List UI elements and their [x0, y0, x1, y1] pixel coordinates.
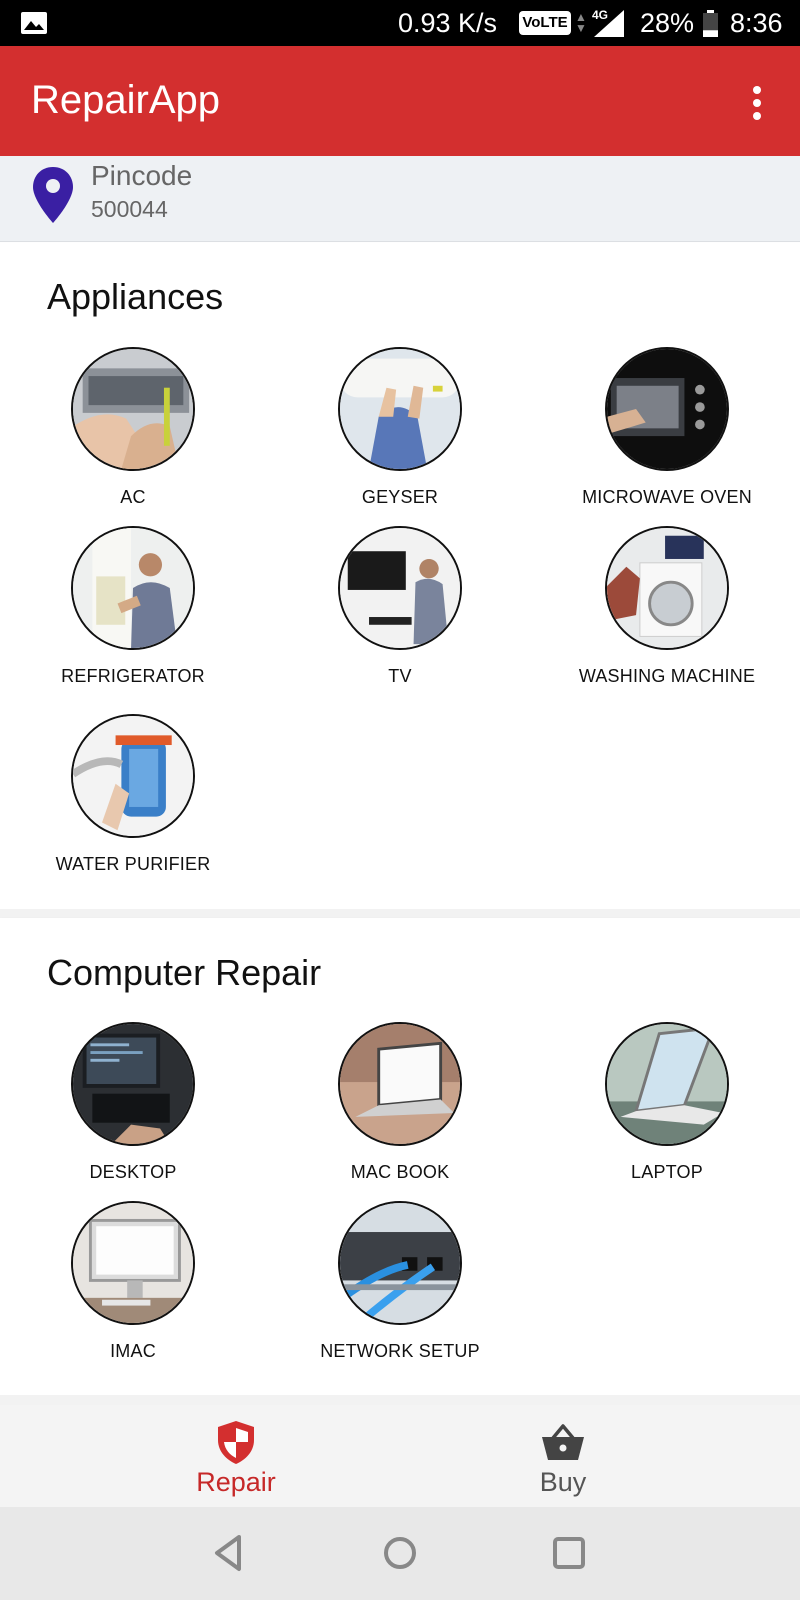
service-mac-book[interactable]: MAC BOOK — [267, 1022, 533, 1202]
app-bar: RepairApp — [0, 46, 800, 156]
water-purifier-image — [71, 714, 195, 838]
service-microwave-oven[interactable]: MICROWAVE OVEN — [534, 347, 800, 527]
service-label: LAPTOP — [631, 1162, 703, 1182]
data-activity-icon: ▲ ▼ — [575, 10, 587, 35]
service-label: TV — [388, 666, 412, 686]
refrigerator-image — [71, 526, 195, 650]
service-label: IMAC — [110, 1341, 156, 1361]
section-divider — [0, 909, 800, 918]
status-bar: 0.93 K/s VoLTE ▲ ▼ 4G 28% 8:36 — [0, 0, 800, 46]
service-label: NETWORK SETUP — [320, 1341, 480, 1361]
service-label: GEYSER — [361, 487, 439, 507]
nav-buy[interactable]: Buy — [463, 1405, 663, 1507]
nav-repair[interactable]: Repair — [136, 1405, 336, 1507]
microwave-oven-image — [605, 347, 729, 471]
service-network-setup[interactable]: NETWORK SETUP — [267, 1201, 533, 1381]
mac-book-image — [338, 1022, 462, 1146]
service-label: WASHING MACHINE — [578, 666, 756, 686]
service-imac[interactable]: IMAC — [0, 1201, 266, 1381]
app-title: RepairApp — [31, 78, 221, 122]
ac-image — [71, 347, 195, 471]
clock: 8:36 — [730, 8, 783, 38]
tv-image — [338, 526, 462, 650]
nav-repair-label: Repair — [196, 1467, 276, 1497]
service-geyser[interactable]: GEYSER — [267, 347, 533, 527]
service-water-purifier[interactable]: WATER PURIFIER — [0, 714, 266, 894]
battery-percent: 28% — [640, 8, 695, 38]
volte-badge: VoLTE — [519, 11, 571, 35]
computer-repair-section: Computer Repair DESKTOP MAC BOOK LAPTOP … — [0, 918, 800, 1395]
more-vert-icon[interactable] — [740, 83, 774, 123]
gallery-icon — [21, 12, 47, 34]
back-icon[interactable] — [203, 1527, 255, 1579]
basket-icon — [542, 1424, 584, 1460]
service-tv[interactable]: TV — [267, 526, 533, 706]
service-label: MICROWAVE OVEN — [582, 487, 752, 507]
service-refrigerator[interactable]: REFRIGERATOR — [0, 526, 266, 706]
network-type-label: 4G — [592, 8, 608, 22]
recents-icon[interactable] — [543, 1527, 595, 1579]
section-title-appliances: Appliances — [47, 276, 224, 317]
section-title-computer-repair: Computer Repair — [47, 952, 322, 993]
service-label: AC — [120, 487, 146, 507]
appliances-section: Appliances AC GEYSER MICROWAVE OVEN REFR… — [0, 243, 800, 909]
desktop-image — [71, 1022, 195, 1146]
imac-image — [71, 1201, 195, 1325]
network-setup-image — [338, 1201, 462, 1325]
pincode-value: 500044 — [91, 196, 168, 222]
section-divider — [0, 1395, 800, 1405]
bottom-nav: Repair Buy — [0, 1405, 800, 1507]
location-pin-icon — [33, 167, 73, 223]
washing-machine-image — [605, 526, 729, 650]
service-ac[interactable]: AC — [0, 347, 266, 527]
home-icon[interactable] — [374, 1527, 426, 1579]
geyser-image — [338, 347, 462, 471]
pincode-bar[interactable]: Pincode 500044 — [0, 156, 800, 242]
service-label: DESKTOP — [89, 1162, 177, 1182]
laptop-image — [605, 1022, 729, 1146]
shield-icon — [218, 1421, 254, 1464]
signal-icon: 4G — [592, 8, 624, 37]
service-label: WATER PURIFIER — [55, 854, 211, 874]
battery-icon — [703, 10, 718, 37]
network-speed: 0.93 K/s — [398, 8, 498, 38]
service-label: REFRIGERATOR — [61, 666, 205, 686]
pincode-label: Pincode — [91, 160, 193, 191]
service-washing-machine[interactable]: WASHING MACHINE — [534, 526, 800, 706]
service-desktop[interactable]: DESKTOP — [0, 1022, 266, 1202]
system-nav-bar — [0, 1507, 800, 1600]
service-laptop[interactable]: LAPTOP — [534, 1022, 800, 1202]
nav-buy-label: Buy — [539, 1467, 587, 1497]
service-label: MAC BOOK — [350, 1162, 450, 1182]
